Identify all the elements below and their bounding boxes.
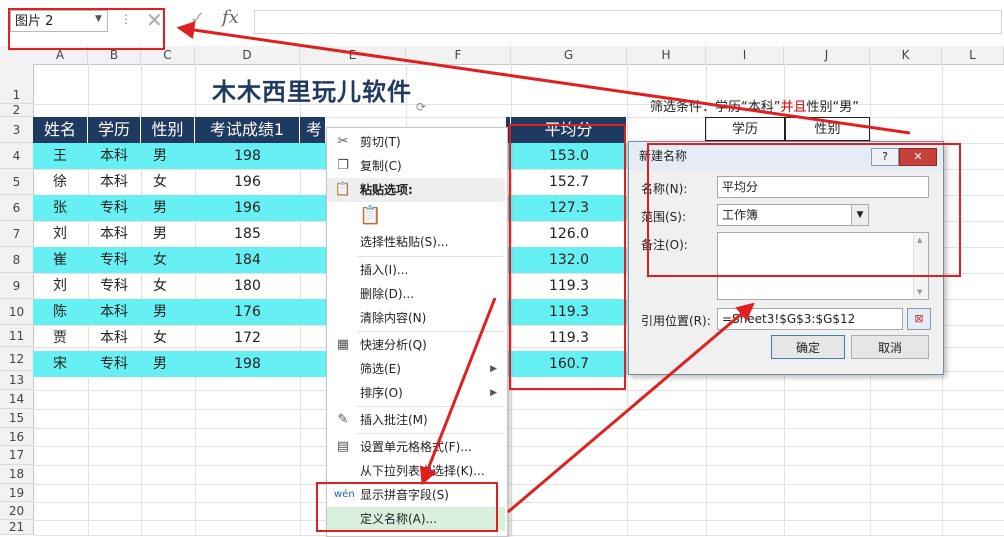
arrow-to-namebox (176, 21, 911, 135)
annotation-arrows (176, 21, 911, 514)
arrow-to-ref-input (507, 302, 755, 514)
gridline (33, 535, 1004, 536)
arrow-to-define-name (419, 297, 497, 486)
